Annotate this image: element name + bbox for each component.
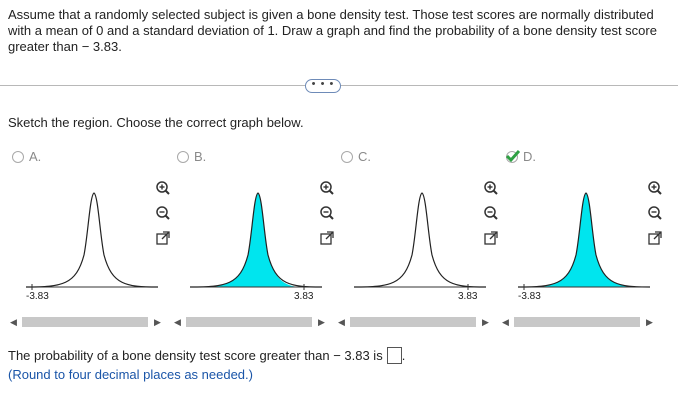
scroll-left-icon[interactable]: ◀ [174,316,181,328]
rounding-hint: (Round to four decimal places as needed.… [8,367,253,382]
zoom-in-icon[interactable] [155,180,171,196]
graph-b-tick-label: 3.83 [294,291,314,302]
expand-icon[interactable] [483,230,499,246]
expand-icon[interactable] [155,230,171,246]
option-c[interactable]: C. [341,149,371,164]
zoom-out-icon[interactable] [647,205,663,221]
scroll-right-icon[interactable]: ▶ [482,316,489,328]
graph-c-tick-label: 3.83 [458,291,478,302]
radio-icon[interactable] [177,150,189,163]
option-b[interactable]: B. [177,149,206,164]
scroll-left-icon[interactable]: ◀ [338,316,345,328]
scroll-right-icon[interactable]: ▶ [646,316,653,328]
question-text: Assume that a randomly selected subject … [8,7,657,54]
answer-input[interactable] [386,347,402,364]
graph-a-scrollbar[interactable]: ◀ ▶ [8,315,166,329]
graph-b: 3.83 [186,175,326,305]
answer-suffix: . [401,348,406,363]
scroll-thumb[interactable] [186,317,312,327]
radio-icon[interactable] [506,149,520,163]
graph-a-tick-label: -3.83 [26,291,49,302]
zoom-out-icon[interactable] [155,205,171,221]
option-d-letter: D. [523,149,536,164]
more-button[interactable]: • • • [305,79,341,93]
zoom-out-icon[interactable] [319,205,335,221]
zoom-in-icon[interactable] [647,180,663,196]
expand-icon[interactable] [647,230,663,246]
graph-a: -3.83 [22,175,162,305]
expand-icon[interactable] [319,230,335,246]
check-icon [506,149,520,162]
radio-icon[interactable] [12,150,24,163]
scroll-right-icon[interactable]: ▶ [154,316,161,328]
graph-d-scrollbar[interactable]: ◀ ▶ [500,315,658,329]
scroll-thumb[interactable] [22,317,148,327]
zoom-out-icon[interactable] [483,205,499,221]
scroll-right-icon[interactable]: ▶ [318,316,325,328]
zoom-in-icon[interactable] [319,180,335,196]
scroll-thumb[interactable] [514,317,640,327]
answer-line: The probability of a bone density test s… [8,347,405,364]
radio-icon[interactable] [341,150,353,163]
zoom-in-icon[interactable] [483,180,499,196]
graph-d-tick-label: -3.83 [518,291,541,302]
prompt-text: Sketch the region. Choose the correct gr… [8,115,304,130]
scroll-left-icon[interactable]: ◀ [502,316,509,328]
option-a[interactable]: A. [12,149,41,164]
scroll-left-icon[interactable]: ◀ [10,316,17,328]
option-d[interactable]: D. [506,149,536,164]
graph-c: 3.83 [350,175,490,305]
graph-c-scrollbar[interactable]: ◀ ▶ [336,315,494,329]
option-b-letter: B. [194,149,207,164]
option-a-letter: A. [29,149,42,164]
graph-b-scrollbar[interactable]: ◀ ▶ [172,315,330,329]
answer-prefix: The probability of a bone density test s… [8,348,383,363]
graph-d: -3.83 [514,175,654,305]
scroll-thumb[interactable] [350,317,476,327]
option-c-letter: C. [358,149,371,164]
